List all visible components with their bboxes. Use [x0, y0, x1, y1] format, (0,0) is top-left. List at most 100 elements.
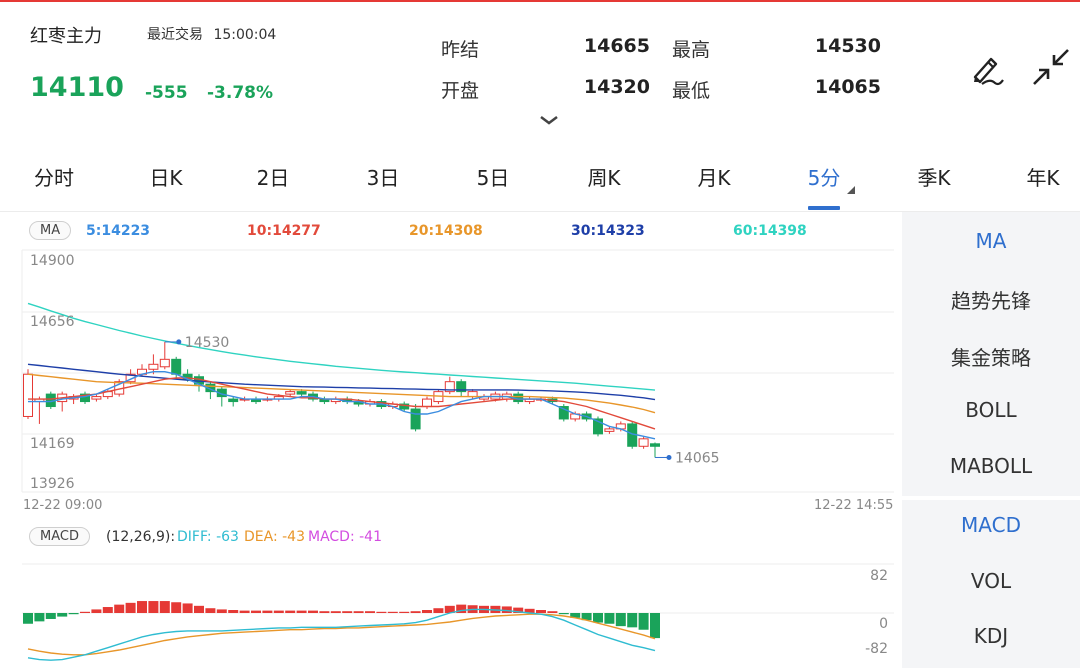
macd-bars-layer	[23, 601, 660, 639]
macd-bar	[387, 611, 398, 613]
draw-pen-icon[interactable]	[962, 44, 1010, 92]
top-accent-line	[0, 0, 1080, 2]
macd-bar	[410, 611, 421, 613]
candle-body	[159, 358, 170, 368]
y-tick-14656: 14656	[30, 314, 75, 330]
candle-body	[467, 391, 478, 398]
candle-body	[91, 396, 102, 400]
tab-daily-k[interactable]: 日K	[126, 162, 206, 191]
candle-body	[410, 408, 421, 430]
low-value: 14065	[814, 76, 881, 98]
macd-y-tick-top: 82	[870, 568, 888, 584]
macd-bar	[376, 611, 387, 613]
price-change-pct: -3.78%	[207, 83, 274, 103]
tab-timeshare[interactable]: 分时	[14, 162, 94, 191]
macd-bar	[308, 610, 318, 613]
candle-body	[422, 398, 432, 408]
kline-chart[interactable]: 14900 14656 14169 13926 14530 14065	[0, 244, 900, 496]
candle-body	[604, 428, 615, 432]
indicator-kdj[interactable]: KDJ	[902, 624, 1080, 648]
macd-bar	[228, 610, 239, 613]
macd-bar	[68, 613, 79, 615]
macd-bar	[353, 611, 364, 613]
indicator-maboll[interactable]: MABOLL	[902, 454, 1080, 478]
indicator-trend-pioneer[interactable]: 趋势先锋	[902, 285, 1080, 314]
price-change: -555	[145, 83, 188, 103]
expand-chevron-icon[interactable]	[531, 106, 567, 132]
candle-body	[650, 443, 660, 447]
ma-badge[interactable]: MA	[29, 221, 72, 240]
macd-bar	[536, 610, 546, 613]
kline-grid	[21, 249, 894, 493]
macd-bar	[194, 605, 204, 613]
ma30-legend: 30:14323	[571, 223, 645, 239]
candle-body	[171, 358, 182, 375]
y-tick-14169: 14169	[30, 436, 75, 452]
candle-body	[638, 438, 649, 447]
macd-bar	[205, 608, 216, 613]
macd-bar	[615, 613, 626, 627]
macd-bar	[251, 610, 261, 613]
macd-bar	[91, 609, 102, 613]
macd-bar	[593, 613, 603, 623]
macd-y-tick-bottom: -82	[865, 641, 888, 657]
tab-quarterly-k[interactable]: 季K	[894, 162, 974, 191]
high-annotation-label: 14530	[185, 335, 230, 351]
macd-bar	[547, 611, 558, 613]
macd-dea-line	[27, 613, 656, 656]
macd-bar	[399, 611, 410, 613]
tab-5-day[interactable]: 5日	[453, 162, 533, 191]
candle-body	[285, 391, 296, 395]
macd-dea-legend: DEA: -43	[244, 529, 305, 545]
ma10-legend: 10:14277	[247, 223, 321, 239]
indicator-gold-strategy[interactable]: 集金策略	[902, 342, 1080, 371]
ma60-line	[27, 302, 656, 391]
macd-bar	[365, 611, 375, 613]
indicator-macd[interactable]: MACD	[902, 513, 1080, 537]
macd-bar	[23, 613, 33, 624]
macd-chart[interactable]: 82 0 -82	[0, 556, 900, 668]
tab-monthly-k[interactable]: 月K	[674, 162, 754, 191]
macd-bar	[137, 601, 147, 613]
low-label: 最低	[672, 80, 711, 102]
trade-status: 最近交易 15:00:04	[147, 24, 276, 44]
indicator-vol[interactable]: VOL	[902, 569, 1080, 593]
indicator-ma[interactable]: MA	[902, 229, 1080, 253]
macd-badge[interactable]: MACD	[29, 527, 90, 546]
tab-weekly-k[interactable]: 周K	[564, 162, 644, 191]
macd-bar	[650, 613, 660, 639]
x-end-label: 12-22 14:55	[814, 498, 894, 513]
tab-2-day[interactable]: 2日	[233, 162, 313, 191]
indicator-boll[interactable]: BOLL	[902, 398, 1080, 422]
trade-time: 15:00:04	[213, 27, 277, 43]
macd-bar	[102, 607, 113, 613]
macd-bar	[114, 604, 125, 613]
prev-settle-value: 14665	[583, 35, 650, 57]
macd-diff-legend: DIFF: -63	[177, 529, 239, 545]
high-label: 最高	[672, 39, 711, 61]
macd-bar	[80, 611, 90, 613]
period-tabs: 分时 日K 2日 3日 5日 周K 月K 5分 季K 年K	[0, 140, 1080, 212]
macd-bar	[262, 610, 273, 613]
contract-name: 红枣主力	[30, 26, 102, 47]
candle-body	[23, 373, 33, 417]
candle-body	[228, 398, 239, 403]
macd-bar	[296, 610, 307, 613]
main-indicator-menu: MA 趋势先锋 集金策略 BOLL MABOLL	[902, 212, 1080, 496]
macd-y-tick-zero: 0	[879, 616, 888, 632]
macd-bar	[148, 601, 159, 613]
open-value: 14320	[583, 76, 650, 98]
macd-bar	[638, 613, 649, 630]
macd-bar	[45, 613, 56, 619]
macd-value-legend: MACD: -41	[308, 529, 382, 545]
macd-bar	[604, 613, 615, 624]
dropdown-triangle-icon[interactable]	[846, 180, 856, 199]
trade-status-label: 最近交易	[147, 27, 203, 43]
sub-indicator-menu: MACD VOL KDJ	[902, 500, 1080, 668]
collapse-arrows-icon[interactable]	[1028, 44, 1076, 92]
tab-yearly-k[interactable]: 年K	[1003, 162, 1080, 191]
tab-3-day[interactable]: 3日	[343, 162, 423, 191]
macd-bar	[319, 611, 330, 613]
macd-bar	[627, 613, 638, 628]
low-annotation: 14065	[655, 450, 720, 466]
